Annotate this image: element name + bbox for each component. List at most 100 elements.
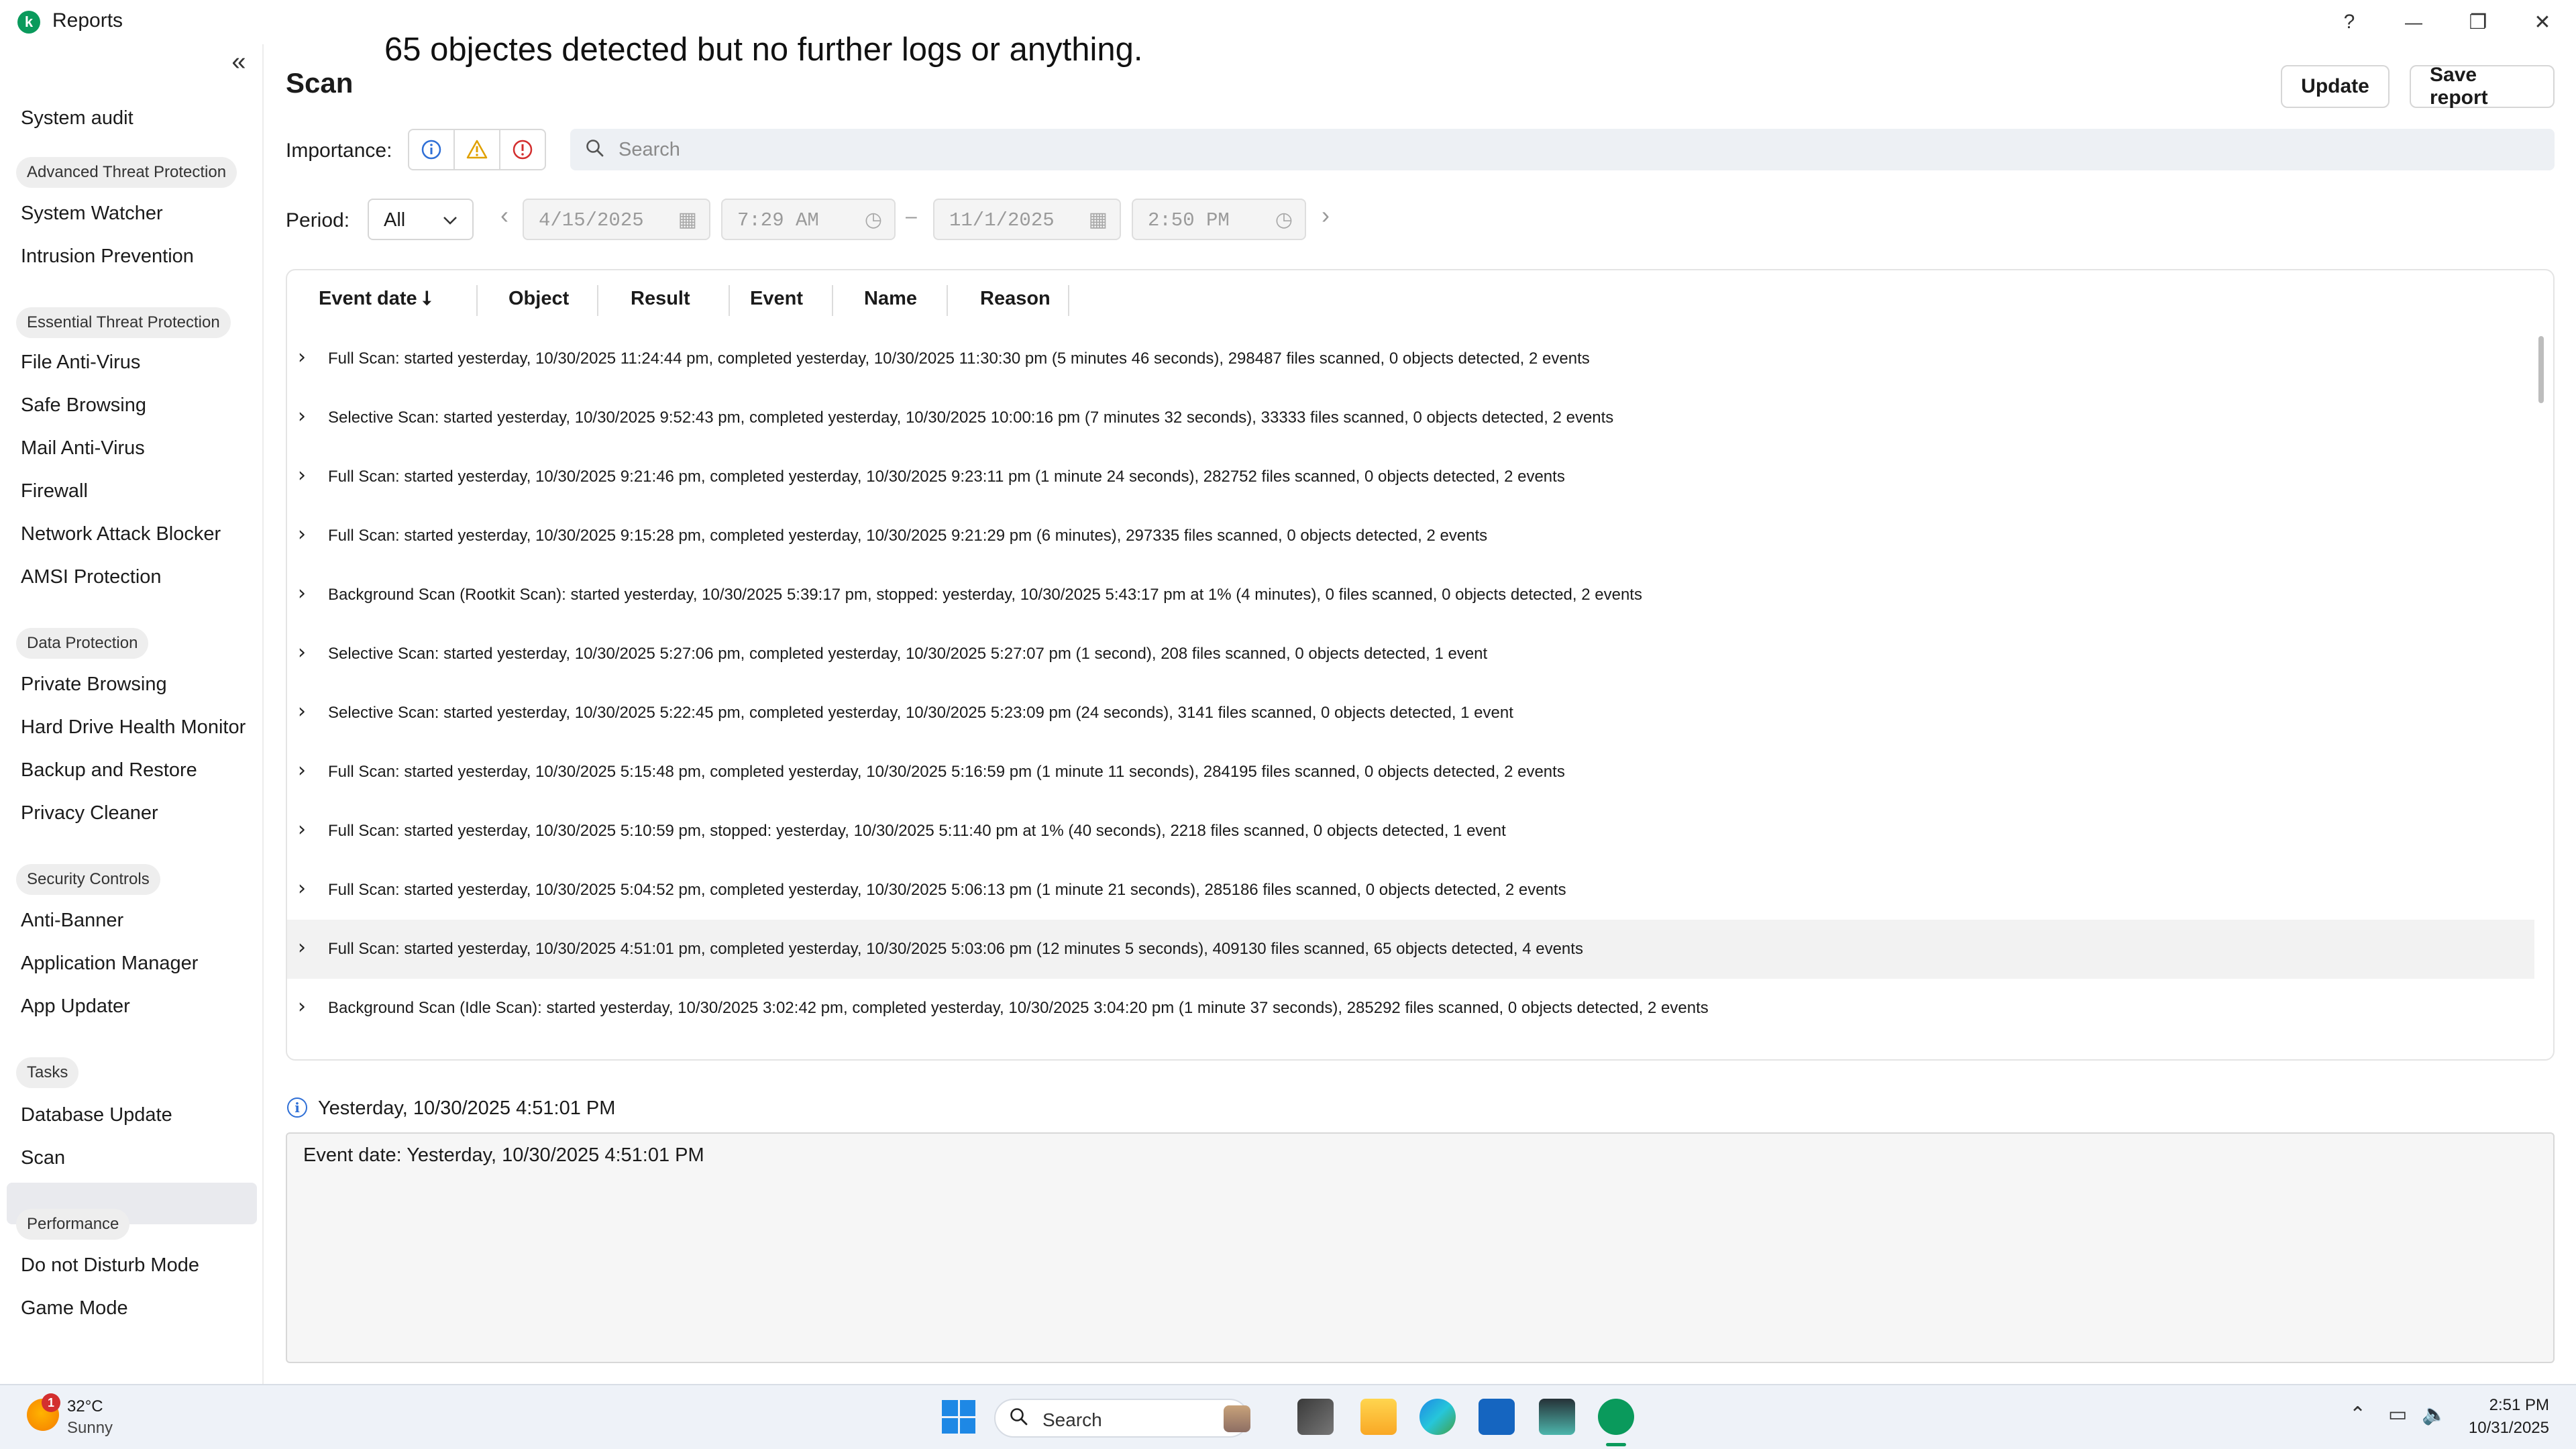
expand-row-icon[interactable]: › bbox=[298, 995, 306, 1018]
outlook-icon[interactable] bbox=[1479, 1399, 1515, 1435]
column-header-result[interactable]: Result bbox=[631, 288, 690, 310]
expand-row-icon[interactable]: › bbox=[298, 464, 306, 487]
weather-condition[interactable]: Sunny bbox=[67, 1419, 113, 1438]
expand-row-icon[interactable]: › bbox=[298, 1054, 306, 1059]
search-input[interactable] bbox=[617, 136, 2496, 164]
column-header-name[interactable]: Name bbox=[864, 288, 917, 310]
sidebar-item-private-browsing[interactable]: Private Browsing bbox=[21, 674, 167, 696]
expand-row-icon[interactable]: › bbox=[298, 936, 306, 959]
save-report-button[interactable]: Save report bbox=[2410, 64, 2555, 109]
column-separator bbox=[729, 285, 730, 316]
sidebar-item-backup-and-restore[interactable]: Backup and Restore bbox=[21, 759, 197, 782]
sidebar-item-hard-drive-health-monitor[interactable]: Hard Drive Health Monitor bbox=[21, 716, 246, 739]
expand-row-icon[interactable]: › bbox=[298, 641, 306, 664]
importance-label: Importance: bbox=[286, 140, 392, 162]
sidebar-item-app-updater[interactable]: App Updater bbox=[21, 996, 130, 1018]
period-select[interactable]: All bbox=[368, 199, 474, 240]
sidebar-item-system-audit[interactable]: System audit bbox=[21, 107, 133, 129]
date-to-field[interactable]: 11/1/2025 ▦ bbox=[933, 199, 1121, 240]
sidebar-section-data-protection: Data Protection bbox=[16, 628, 149, 659]
sidebar-item-file-anti-virus[interactable]: File Anti-Virus bbox=[21, 352, 140, 374]
table-row[interactable]: › Full Scan: started yesterday, 10/30/202… bbox=[287, 506, 2534, 566]
expand-row-icon[interactable]: › bbox=[298, 582, 306, 605]
previous-period-icon[interactable]: ‹ bbox=[500, 201, 508, 229]
windows-start-icon[interactable] bbox=[942, 1400, 975, 1434]
network-icon[interactable]: ▭ bbox=[2388, 1403, 2407, 1426]
table-row[interactable]: › Selective Scan: started yesterday, 10/3… bbox=[287, 625, 2534, 684]
table-row[interactable]: › Full Scan: started yesterday, 10/30/202… bbox=[287, 743, 2534, 802]
sidebar-item-system-watcher[interactable]: System Watcher bbox=[21, 203, 163, 225]
sidebar-item-do-not-disturb-mode[interactable]: Do not Disturb Mode bbox=[21, 1254, 199, 1277]
critical-icon bbox=[513, 140, 533, 160]
weather-alert-badge: 1 bbox=[42, 1393, 60, 1412]
expand-row-icon[interactable]: › bbox=[298, 345, 306, 369]
task-view-icon[interactable] bbox=[1297, 1399, 1334, 1435]
chevron-up-icon[interactable]: ⌃ bbox=[2349, 1403, 2366, 1426]
table-row[interactable]: › Full Scan: started yesterday, 10/30/202… bbox=[287, 447, 2534, 506]
critical-filter-button[interactable] bbox=[499, 129, 546, 170]
collapse-sidebar-icon[interactable]: « bbox=[221, 44, 256, 79]
terminal-icon[interactable] bbox=[1539, 1399, 1575, 1435]
sidebar-item-anti-banner[interactable]: Anti-Banner bbox=[21, 910, 123, 932]
table-row[interactable]: › Full Scan: started yesterday, 10/30/202… bbox=[287, 861, 2534, 920]
file-explorer-icon[interactable] bbox=[1360, 1399, 1397, 1435]
table-row[interactable]: › Selective Scan: started yesterday, 10/3… bbox=[287, 684, 2534, 743]
table-row[interactable]: › Full Scan: started yesterday, 10/30/202… bbox=[287, 329, 2534, 388]
expand-row-icon[interactable]: › bbox=[298, 523, 306, 546]
sidebar-item-intrusion-prevention[interactable]: Intrusion Prevention bbox=[21, 246, 194, 268]
table-row[interactable]: › Background Scan (Idle Scan): started ye… bbox=[287, 979, 2534, 1038]
sidebar-item-firewall[interactable]: Firewall bbox=[21, 480, 88, 502]
edge-browser-icon[interactable] bbox=[1419, 1399, 1456, 1435]
sidebar-item-network-attack-blocker[interactable]: Network Attack Blocker bbox=[21, 523, 221, 545]
expand-row-icon[interactable]: › bbox=[298, 877, 306, 900]
table-row[interactable]: › Full Scan: started yesterday, 10/30/202… bbox=[287, 802, 2534, 861]
date-from-field[interactable]: 4/15/2025 ▦ bbox=[523, 199, 710, 240]
warning-filter-button[interactable] bbox=[453, 129, 500, 170]
volume-muted-icon[interactable]: 🔈 bbox=[2422, 1403, 2447, 1426]
sidebar-item-scan[interactable]: Scan bbox=[21, 1147, 65, 1169]
table-row[interactable]: › Selective Scan: started yesterday, 10/3… bbox=[287, 388, 2534, 447]
close-button[interactable]: ✕ bbox=[2516, 5, 2569, 39]
expand-row-icon[interactable]: › bbox=[298, 818, 306, 841]
table-row[interactable]: › Background Scan (Rootkit Scan): started… bbox=[287, 566, 2534, 625]
annotation-text: 65 objectes detected but no further logs… bbox=[384, 32, 1143, 68]
row-summary-text: Full Scan: started yesterday, 10/30/2025… bbox=[328, 940, 1583, 958]
expand-row-icon[interactable]: › bbox=[298, 759, 306, 782]
time-from-field[interactable]: 7:29 AM ◷ bbox=[721, 199, 896, 240]
sidebar-item-application-manager[interactable]: Application Manager bbox=[21, 953, 198, 975]
clock-time[interactable]: 2:51 PM bbox=[2462, 1396, 2549, 1415]
clock-date[interactable]: 10/31/2025 bbox=[2462, 1419, 2549, 1438]
row-summary-text: Full Scan: started yesterday, 10/30/2025… bbox=[328, 527, 1488, 545]
sidebar-item-amsi-protection[interactable]: AMSI Protection bbox=[21, 566, 162, 588]
active-app-indicator bbox=[1606, 1443, 1626, 1446]
search-box[interactable] bbox=[570, 129, 2555, 170]
kaspersky-taskbar-icon[interactable] bbox=[1598, 1399, 1634, 1435]
weather-temperature[interactable]: 32°C bbox=[67, 1397, 103, 1416]
table-header: Event date ⭣ Object Result Event Name Re… bbox=[287, 270, 2553, 329]
taskbar-search[interactable]: Search bbox=[994, 1399, 1250, 1438]
column-header-object[interactable]: Object bbox=[508, 288, 569, 310]
maximize-button[interactable]: ❐ bbox=[2451, 5, 2505, 39]
sidebar-item-privacy-cleaner[interactable]: Privacy Cleaner bbox=[21, 802, 158, 824]
column-separator bbox=[1068, 285, 1069, 316]
sidebar-section-advanced-threat-protection: Advanced Threat Protection bbox=[16, 157, 237, 188]
expand-row-icon[interactable]: › bbox=[298, 405, 306, 428]
sidebar-item-game-mode[interactable]: Game Mode bbox=[21, 1297, 128, 1320]
info-filter-button[interactable] bbox=[408, 129, 455, 170]
expand-row-icon[interactable]: › bbox=[298, 700, 306, 723]
column-header-event-date[interactable]: Event date ⭣ bbox=[319, 288, 431, 310]
table-row[interactable]: › Full Scan: started yesterday, 10/30/202… bbox=[287, 920, 2534, 979]
table-scrollbar[interactable] bbox=[2538, 336, 2544, 403]
next-period-icon[interactable]: › bbox=[1322, 201, 1330, 229]
time-to-field[interactable]: 2:50 PM ◷ bbox=[1132, 199, 1306, 240]
sidebar-item-database-update[interactable]: Database Update bbox=[21, 1104, 172, 1126]
minimize-button[interactable]: — bbox=[2387, 5, 2440, 39]
update-button[interactable]: Update bbox=[2281, 65, 2390, 108]
clock-icon: ◷ bbox=[864, 208, 882, 231]
column-header-reason[interactable]: Reason bbox=[980, 288, 1051, 310]
help-button[interactable]: ? bbox=[2322, 5, 2376, 39]
table-row[interactable]: › Background Scan (Rootkit Scan): started… bbox=[287, 1038, 2534, 1059]
sidebar-item-safe-browsing[interactable]: Safe Browsing bbox=[21, 394, 146, 417]
sidebar-item-mail-anti-virus[interactable]: Mail Anti-Virus bbox=[21, 437, 145, 460]
column-header-event[interactable]: Event bbox=[750, 288, 803, 310]
